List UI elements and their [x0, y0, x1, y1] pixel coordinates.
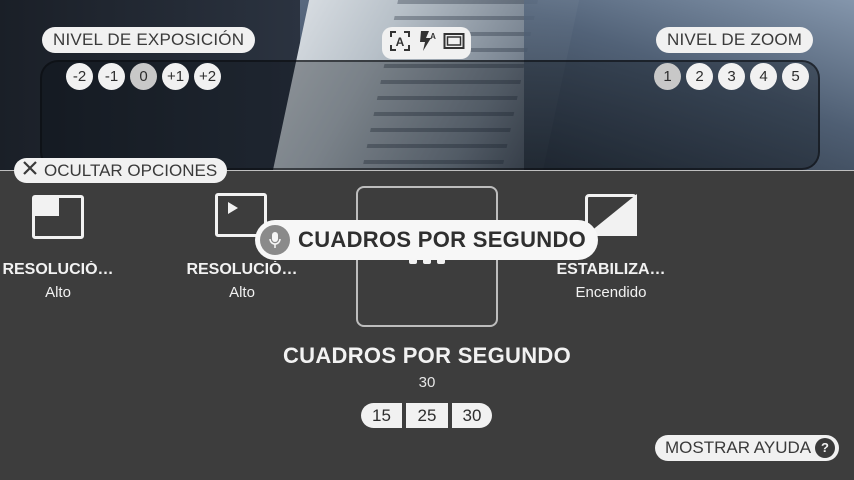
fps-choice-selected[interactable]: 30 [452, 403, 492, 428]
setting-title: CUADROS POR SEGUNDO [282, 343, 572, 368]
setting-value: 30 [418, 374, 436, 391]
option-title: ESTABILIZA… [556, 261, 666, 278]
fps-choice[interactable]: 25 [406, 403, 448, 428]
flash-auto-icon[interactable]: A [417, 30, 437, 57]
zoom-label: NIVEL DE ZOOM [656, 27, 814, 53]
auto-focus-icon[interactable]: A [389, 30, 411, 57]
svg-text:A: A [430, 32, 436, 41]
show-help-button[interactable]: MOSTRAR AYUDA ? [655, 435, 839, 461]
option-title: RESOLUCIÓ… [186, 261, 298, 278]
exposure-chip-selected[interactable]: 0 [130, 63, 157, 90]
fps-choice[interactable]: 15 [361, 403, 402, 428]
exposure-label: NIVEL DE EXPOSICIÓN [42, 27, 256, 53]
zoom-chip[interactable]: 4 [750, 63, 777, 90]
hide-options-button[interactable]: OCULTAR OPCIONES [14, 158, 228, 183]
zoom-chip[interactable]: 2 [686, 63, 713, 90]
option-title: RESOLUCIÓ… [2, 261, 114, 278]
help-label: MOSTRAR AYUDA [665, 438, 812, 457]
option-value: Encendido [575, 284, 647, 301]
microphone-icon [260, 225, 290, 255]
option-value: Alto [45, 284, 71, 301]
zoom-chip[interactable]: 5 [782, 63, 809, 90]
close-icon [22, 158, 38, 183]
option-value: Alto [229, 284, 255, 301]
aspect-ratio-icon[interactable] [443, 32, 465, 55]
zoom-chip[interactable]: 3 [718, 63, 745, 90]
photo-resolution-icon[interactable] [32, 195, 84, 239]
camera-toggles: A A [382, 27, 471, 59]
exposure-chip[interactable]: +1 [162, 63, 189, 90]
exposure-chip[interactable]: +2 [194, 63, 221, 90]
exposure-chip[interactable]: -2 [66, 63, 93, 90]
voice-tooltip: CUADROS POR SEGUNDO [255, 220, 598, 260]
svg-text:A: A [395, 35, 404, 49]
tooltip-text: CUADROS POR SEGUNDO [298, 227, 587, 252]
hide-options-label: OCULTAR OPCIONES [44, 161, 218, 180]
zoom-chip-selected[interactable]: 1 [654, 63, 681, 90]
question-icon: ? [815, 438, 835, 458]
exposure-chip[interactable]: -1 [98, 63, 125, 90]
